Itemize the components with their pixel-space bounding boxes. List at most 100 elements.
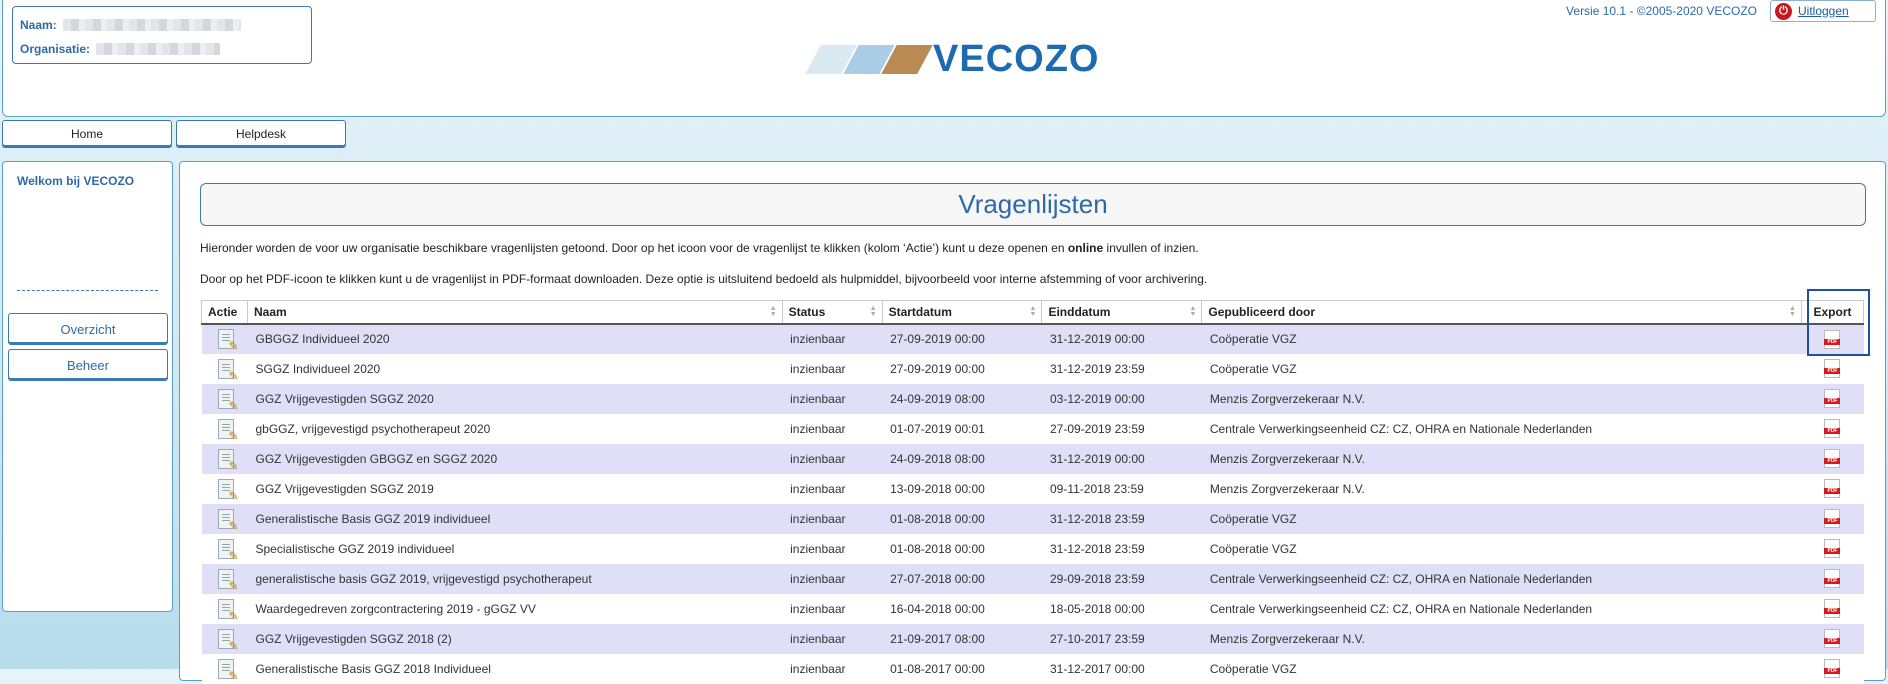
cell-startdatum: 24-09-2018 08:00 — [882, 443, 1042, 474]
cell-export[interactable]: PDF — [1801, 413, 1864, 444]
cell-startdatum: 01-07-2019 00:01 — [882, 413, 1042, 444]
cell-actie[interactable] — [201, 563, 248, 594]
cell-export[interactable]: PDF — [1801, 623, 1864, 654]
power-icon: ⏻ — [1775, 2, 1792, 20]
cell-status: inzienbaar — [782, 593, 883, 624]
edit-document-icon[interactable] — [217, 418, 239, 443]
intro-paragraph-2: Door op het PDF-icoon te klikken kunt u … — [200, 272, 1208, 286]
edit-document-icon[interactable] — [217, 628, 239, 653]
organisation-label: Organisatie: — [20, 42, 91, 56]
cell-export[interactable]: PDF — [1801, 533, 1864, 564]
sort-icon: ▲ ▼ — [1189, 305, 1197, 318]
cell-status: inzienbaar — [782, 323, 883, 354]
cell-export[interactable]: PDF — [1801, 473, 1864, 504]
table-row: GGZ Vrijgevestigden SGGZ 2020inzienbaar2… — [201, 383, 1864, 414]
cell-actie[interactable] — [201, 533, 248, 564]
cell-startdatum: 01-08-2018 00:00 — [882, 533, 1042, 564]
cell-export[interactable]: PDF — [1801, 383, 1864, 414]
edit-document-icon[interactable] — [217, 478, 239, 503]
col-status-label: Status — [788, 304, 826, 319]
cell-status: inzienbaar — [782, 563, 883, 594]
cell-einddatum: 29-09-2018 23:59 — [1041, 563, 1202, 594]
cell-einddatum: 31-12-2018 23:59 — [1041, 533, 1202, 564]
col-gepubliceerd-door[interactable]: Gepubliceerd door ▲ ▼ — [1201, 300, 1802, 325]
pdf-icon[interactable]: PDF — [1824, 419, 1841, 438]
cell-actie[interactable] — [201, 353, 248, 384]
cell-gepubliceerd-door: Centrale Verwerkingseenheid CZ: CZ, OHRA… — [1201, 413, 1802, 444]
nav-home-button[interactable]: Home — [2, 120, 172, 148]
user-info-box: Naam: Organisatie: — [12, 6, 312, 64]
pdf-icon[interactable]: PDF — [1824, 329, 1841, 349]
cell-einddatum: 31-12-2018 23:59 — [1041, 503, 1202, 534]
edit-document-icon[interactable] — [217, 568, 239, 593]
pdf-icon[interactable]: PDF — [1824, 479, 1841, 498]
cell-actie[interactable] — [201, 593, 248, 624]
cell-einddatum: 03-12-2019 00:00 — [1041, 383, 1202, 414]
pdf-icon[interactable]: PDF — [1824, 539, 1841, 558]
pdf-icon[interactable]: PDF — [1824, 569, 1841, 588]
cell-naam: Generalistische Basis GGZ 2019 individue… — [247, 503, 783, 534]
cell-actie[interactable] — [201, 473, 248, 504]
col-naam-label: Naam — [253, 304, 287, 319]
cell-actie[interactable] — [201, 503, 248, 534]
table-row: Generalistische Basis GGZ 2019 individue… — [201, 503, 1864, 534]
header: Naam: Organisatie: VECOZO Versie 10.1 - … — [2, 0, 1886, 117]
table-row: gbGGZ, vrijgevestigd psychotherapeut 202… — [201, 413, 1864, 444]
cell-startdatum: 13-09-2018 00:00 — [882, 473, 1042, 504]
pdf-icon[interactable]: PDF — [1824, 359, 1841, 378]
user-name-label: Naam: — [20, 18, 57, 32]
edit-document-icon[interactable] — [217, 538, 239, 563]
cell-export[interactable]: PDF — [1801, 443, 1864, 474]
pdf-icon[interactable]: PDF — [1824, 509, 1841, 528]
cell-actie[interactable] — [201, 383, 248, 414]
col-startdatum[interactable]: Startdatum ▲ ▼ — [881, 300, 1043, 325]
cell-gepubliceerd-door: Centrale Verwerkingseenheid CZ: CZ, OHRA… — [1201, 593, 1802, 624]
cell-status: inzienbaar — [782, 533, 883, 564]
cell-gepubliceerd-door: Menzis Zorgverzekeraar N.V. — [1201, 383, 1802, 414]
cell-export[interactable]: PDF — [1801, 323, 1864, 354]
cell-status: inzienbaar — [782, 383, 883, 414]
intro-text-bold: online — [1067, 241, 1104, 255]
cell-status: inzienbaar — [782, 623, 883, 654]
cell-actie[interactable] — [201, 443, 248, 474]
cell-export[interactable]: PDF — [1801, 503, 1864, 534]
organisation-redacted — [96, 43, 221, 55]
sort-icon: ▲ ▼ — [1789, 305, 1796, 318]
pdf-icon[interactable]: PDF — [1824, 389, 1841, 408]
cell-export[interactable]: PDF — [1801, 593, 1864, 624]
cell-naam: SGGZ Individueel 2020 — [247, 353, 783, 384]
cell-gepubliceerd-door: Coöperatie VGZ — [1201, 353, 1802, 384]
pdf-icon[interactable]: PDF — [1824, 449, 1841, 468]
col-status[interactable]: Status ▲ ▼ — [781, 300, 883, 325]
cell-actie[interactable] — [201, 623, 248, 654]
edit-document-icon[interactable] — [217, 329, 239, 353]
edit-document-icon[interactable] — [217, 598, 239, 623]
cell-status: inzienbaar — [782, 443, 883, 474]
edit-document-icon[interactable] — [217, 508, 239, 533]
cell-startdatum: 27-09-2019 00:00 — [882, 323, 1042, 354]
cell-einddatum: 31-12-2019 23:59 — [1041, 353, 1202, 384]
edit-document-icon[interactable] — [217, 388, 239, 413]
version-text: Versie 10.1 - ©2005-2020 VECOZO — [1566, 4, 1757, 18]
cell-export[interactable]: PDF — [1801, 563, 1864, 594]
pdf-icon[interactable]: PDF — [1824, 599, 1841, 618]
table-row: SGGZ Individueel 2020inzienbaar27-09-201… — [201, 353, 1864, 384]
sidebar-item-overzicht[interactable]: Overzicht — [8, 313, 168, 345]
sort-icon: ▲ ▼ — [1029, 305, 1037, 318]
pdf-icon[interactable]: PDF — [1824, 629, 1841, 648]
cell-export[interactable]: PDF — [1801, 353, 1864, 384]
sidebar-item-beheer[interactable]: Beheer — [8, 349, 168, 381]
logout-button[interactable]: ⏻ Uitloggen — [1770, 0, 1876, 22]
logout-link[interactable]: Uitloggen — [1798, 4, 1849, 18]
edit-document-icon[interactable] — [217, 448, 239, 473]
cell-actie[interactable] — [201, 323, 248, 354]
nav-helpdesk-button[interactable]: Helpdesk — [176, 120, 346, 148]
cell-gepubliceerd-door: Centrale Verwerkingseenheid CZ: CZ, OHRA… — [1201, 563, 1802, 594]
cell-actie[interactable] — [201, 413, 248, 444]
edit-document-icon[interactable] — [217, 358, 239, 383]
cell-gepubliceerd-door: Menzis Zorgverzekeraar N.V. — [1201, 473, 1802, 504]
cell-einddatum: 18-05-2018 00:00 — [1041, 593, 1202, 624]
col-einddatum[interactable]: Einddatum ▲ ▼ — [1041, 300, 1203, 325]
page-title: Vragenlijsten — [200, 183, 1866, 226]
col-naam[interactable]: Naam ▲ ▼ — [246, 300, 783, 325]
